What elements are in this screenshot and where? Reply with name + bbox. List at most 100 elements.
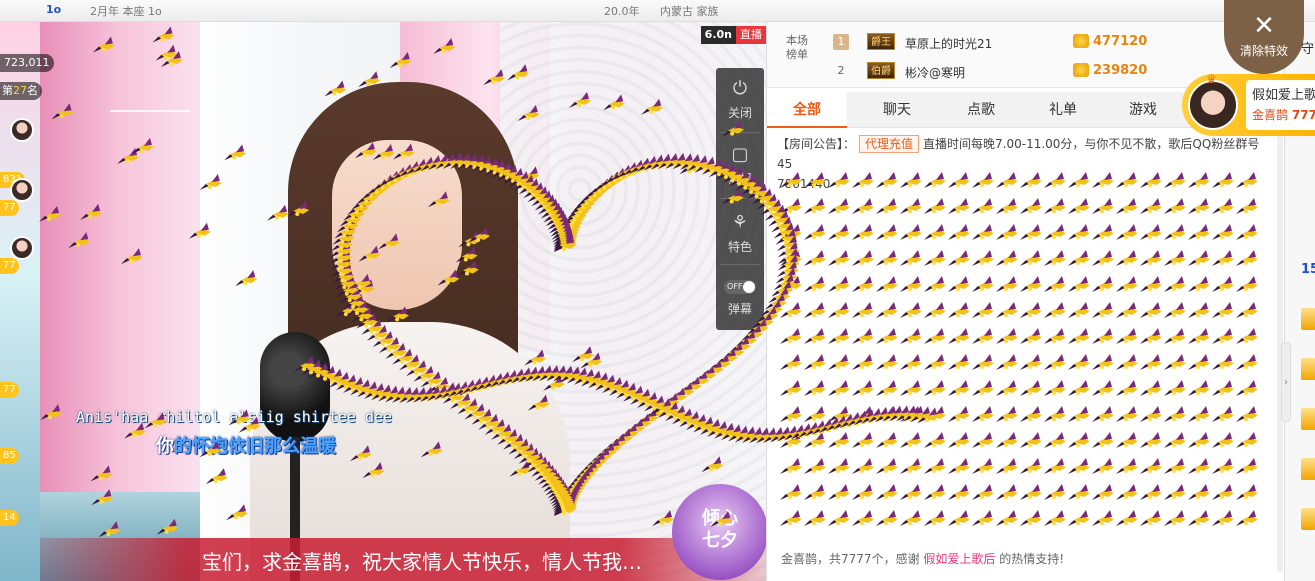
fan-item[interactable]: 77: [0, 236, 40, 276]
lyric-chinese: 你的怀抱依旧那么温暖: [156, 432, 336, 458]
barrage-toggle[interactable]: OFF: [724, 280, 756, 294]
lyric-chinese-first: 你: [156, 436, 174, 457]
ranking-amount: 477120: [1093, 34, 1148, 49]
fan-score: 77: [0, 258, 19, 274]
lyric-english: Anis'haa chiltol alsiig shirtee dee: [76, 408, 393, 426]
rank-prefix: 第: [2, 84, 13, 97]
gift-count-text: ，共: [817, 552, 842, 566]
message-ticker: 宝们，求金喜鹊，祝大家情人节快乐，情人节我…: [40, 538, 766, 581]
poster-icon: ▢: [731, 144, 749, 165]
tab-chat[interactable]: 聊天: [857, 92, 937, 128]
ranking-user-name[interactable]: 草原上的时光21: [905, 35, 992, 52]
effects-label: 特色: [727, 240, 752, 254]
tab-games[interactable]: 游戏: [1103, 92, 1183, 128]
gift-name: 金喜鹊: [781, 552, 818, 566]
barrage-toggle-button[interactable]: OFF 弹幕: [716, 266, 764, 326]
top-region: 内蒙古 家族: [660, 5, 719, 18]
rank-badge[interactable]: 第27名: [0, 82, 42, 100]
ranking-position: 1: [833, 34, 849, 50]
fan-item[interactable]: 77: [0, 178, 40, 218]
promo-subtitle: 金喜鹊 777: [1252, 106, 1315, 123]
top-left-level: 1o: [46, 3, 62, 16]
fan-item[interactable]: 77: [0, 360, 40, 400]
crown-icon: ♛: [1206, 74, 1217, 86]
effects-button[interactable]: ⚘ 特色: [716, 202, 764, 262]
ranking-position: 2: [837, 64, 845, 77]
gift-sender-link[interactable]: 假如爱上歌后: [923, 552, 995, 566]
guard-number: 15: [1301, 262, 1315, 277]
live-badge-number: 6.0n: [700, 26, 736, 44]
ranking-title: 本场 榜单: [777, 34, 817, 62]
promo-gift: 金喜鹊: [1252, 108, 1289, 122]
top-mid-info: 20.0年: [604, 5, 640, 18]
fan-score: 14: [0, 510, 19, 526]
qixi-event-badge[interactable]: 倾心 七夕: [672, 484, 766, 580]
fan-score: 85: [0, 448, 19, 464]
fan-score: 77: [0, 382, 19, 398]
video-control-panel: ⏻ 关闭 ▢ 海报 ⚘ 特色 OFF 弹幕: [716, 68, 764, 330]
fan-item[interactable]: 14: [0, 488, 40, 528]
close-icon: ✕: [1253, 11, 1275, 41]
video-player[interactable]: 6.0n 直播 ⏻ 关闭 ▢ 海报 ⚘ 特色 OFF 弹幕 Anis'haa c…: [40, 22, 766, 581]
lyric-chinese-highlight: 的怀抱依旧那么温暖: [174, 436, 336, 457]
avatar: [1188, 80, 1238, 130]
tab-song-request[interactable]: 点歌: [941, 92, 1021, 128]
promo-suffix: 777: [1291, 108, 1315, 122]
effects-icon: ⚘: [731, 212, 749, 233]
poster-label: 海报: [727, 172, 752, 186]
avatar: [10, 118, 34, 142]
barrage-label: 弹幕: [727, 302, 752, 316]
avatar: [10, 236, 34, 260]
guard-item[interactable]: [1301, 508, 1315, 530]
ranking-user-name[interactable]: 彬冷@寒明: [905, 64, 965, 81]
fan-item[interactable]: 85: [0, 426, 40, 466]
divider: [720, 264, 760, 265]
ranking-title-line1: 本场: [786, 34, 808, 47]
viewer-count: 723,011: [0, 54, 54, 72]
rank-suffix: 名: [27, 84, 38, 97]
live-badge-label: 直播: [736, 26, 766, 44]
noble-tag: 伯爵: [867, 62, 895, 79]
tab-all[interactable]: 全部: [767, 92, 847, 128]
streamer-face: [332, 140, 462, 310]
gift-unit: 个，感谢: [871, 552, 920, 566]
ticker-text: 宝们，求金喜鹊，祝大家情人节快乐，情人节我…: [202, 550, 642, 574]
room-notice: 【房间公告】： 代理充值 直播时间每晚7.00-11.00分，与你不见不散，歌后QQ…: [777, 134, 1271, 194]
coin-icon: [1073, 34, 1089, 48]
ranking-row[interactable]: 1 爵王 草原上的时光21 477120: [833, 30, 1163, 56]
agent-recharge-button[interactable]: 代理充值: [859, 135, 920, 153]
live-stream-window: 1o 2月年 本座 1o 20.0年 内蒙古 家族 723,011 第27名 8…: [0, 0, 1315, 581]
chevron-right-icon[interactable]: ›: [1281, 342, 1291, 422]
rank-number: 27: [13, 84, 27, 97]
gift-thanks: 的热情支持!: [999, 552, 1065, 566]
close-video-label: 关闭: [727, 106, 752, 120]
gift-count: 7777: [841, 552, 872, 566]
guard-item[interactable]: [1301, 308, 1315, 330]
gift-message: 金喜鹊，共7777个，感谢 假如爱上歌后 的热情支持!: [781, 550, 1064, 567]
guard-item[interactable]: [1301, 408, 1315, 430]
close-video-button[interactable]: ⏻ 关闭: [716, 68, 764, 128]
fan-score: 77: [0, 200, 19, 216]
chandelier: [110, 22, 190, 112]
promo-title: 假如爱上歌: [1252, 88, 1315, 103]
qixi-line2: 七夕: [702, 530, 738, 551]
avatar: [10, 178, 34, 202]
divider: [720, 198, 760, 199]
poster-button[interactable]: ▢ 海报: [716, 134, 764, 194]
song-promo-card[interactable]: ♛ 假如爱上歌 金喜鹊 777: [1182, 74, 1315, 136]
qixi-line1: 倾心: [702, 508, 738, 529]
notice-prefix: 【房间公告】：: [777, 137, 856, 151]
clear-effects-label: 清除特效: [1239, 44, 1288, 58]
guard-item[interactable]: [1301, 358, 1315, 380]
noble-tag: 爵王: [867, 33, 895, 50]
divider: [720, 132, 760, 133]
ranking-title-line2: 榜单: [786, 48, 808, 61]
ranking-row[interactable]: 2 伯爵 彬冷@寒明 239820: [833, 59, 1163, 85]
guard-item[interactable]: [1301, 458, 1315, 480]
tab-gift-list[interactable]: 礼单: [1023, 92, 1103, 128]
notice-text-cont: 7861440: [777, 177, 831, 191]
fan-rank-column: 723,011 第27名 831 77 77 77 85 14: [0, 22, 54, 581]
top-left-info: 2月年 本座 1o: [90, 5, 162, 18]
coin-icon: [1073, 63, 1089, 77]
top-info-strip: 1o 2月年 本座 1o 20.0年 内蒙古 家族: [0, 0, 1315, 22]
